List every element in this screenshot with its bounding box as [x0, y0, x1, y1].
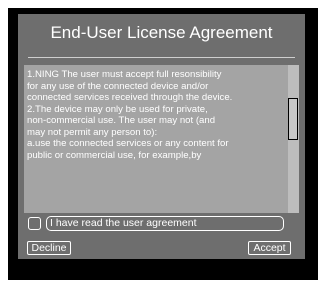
eula-text-panel[interactable]: 1.NING The user must accept full resonsi… [24, 65, 299, 213]
eula-line: 1.NING The user must accept full resonsi… [27, 69, 222, 80]
accept-button[interactable]: Accept [248, 241, 291, 255]
dialog-title: End-User License Agreement [50, 23, 273, 42]
eula-line: public or commercial use, for example,by [27, 149, 202, 161]
scrollbar-thumb[interactable] [288, 98, 298, 140]
eula-line: non-commercial use. The user may not (an… [27, 115, 216, 126]
eula-line: for any use of the connected device and/… [27, 80, 209, 92]
scrollbar-track[interactable] [288, 65, 299, 213]
agreement-checkbox[interactable] [28, 217, 41, 230]
eula-line: may not permit any person to): [27, 126, 158, 138]
title-divider [28, 57, 295, 58]
eula-line: connected services received through the … [27, 92, 233, 103]
eula-dialog: End-User License Agreement 1.NING The us… [18, 14, 305, 259]
decline-button[interactable]: Decline [27, 241, 71, 255]
eula-line: 2.The device may only be used for privat… [27, 103, 208, 115]
agreement-checkbox-label[interactable]: I have read the user agreement [46, 216, 284, 231]
eula-line: a.use the connected services or any cont… [27, 138, 229, 149]
eula-text: 1.NING The user must accept full resonsi… [27, 69, 287, 161]
